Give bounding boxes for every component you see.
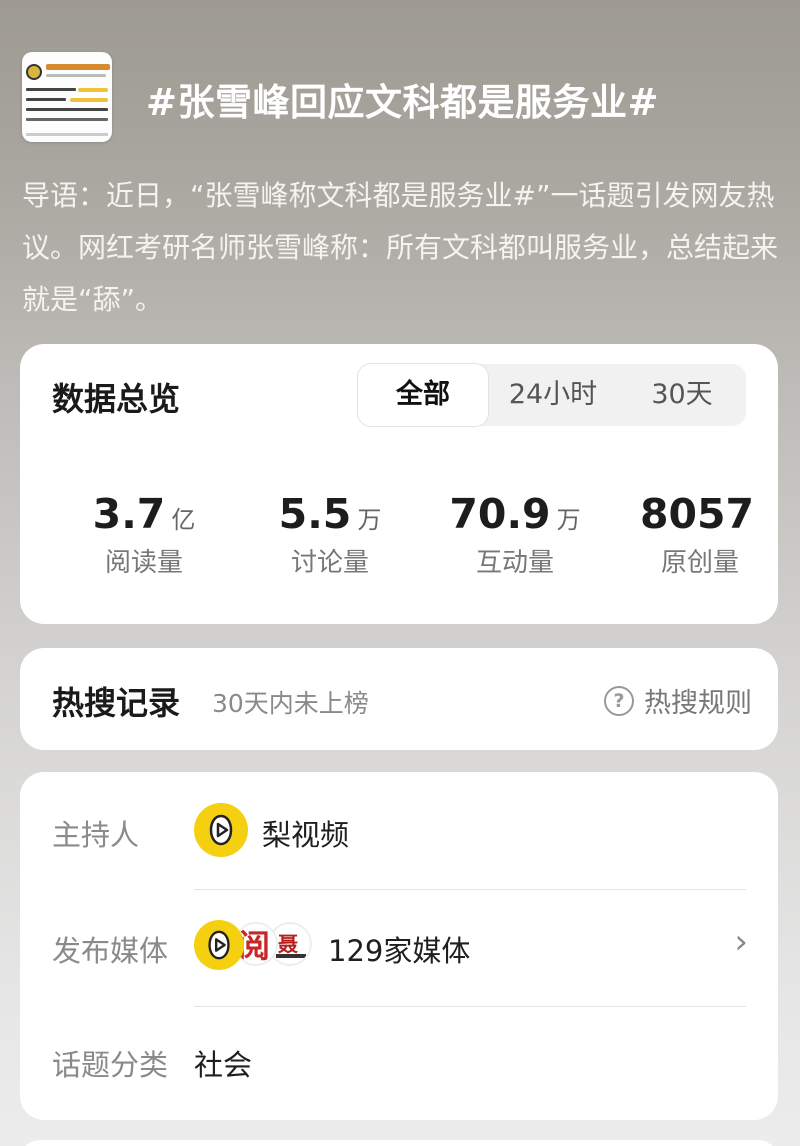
hot-search-rules-link[interactable]: ? 热搜规则 <box>604 681 752 720</box>
thumbnail-username <box>46 64 110 70</box>
topic-title: #张雪峰回应文科都是服务业# <box>146 81 660 124</box>
hot-search-rules-label: 热搜规则 <box>644 688 752 719</box>
category-row: 话题分类 社会 <box>20 1008 778 1124</box>
question-circle-icon: ? <box>604 685 634 716</box>
thumbnail-text-line <box>26 98 66 101</box>
thumbnail-text-line <box>26 118 108 121</box>
media-key: 发布媒体 <box>52 934 169 968</box>
chevron-right-icon[interactable]: › <box>734 922 748 962</box>
pear-video-media-icon <box>194 920 244 970</box>
stat-original: 8057 原创量 <box>610 490 790 579</box>
time-range-tabs: 全部 24小时 30天 <box>358 364 746 426</box>
tab-all[interactable]: 全部 <box>358 364 488 426</box>
stat-discussion: 5.5 万 讨论量 <box>240 490 420 579</box>
category-key: 话题分类 <box>52 1048 169 1082</box>
hot-search-title: 热搜记录 <box>52 684 181 722</box>
pear-video-logo-icon <box>194 803 248 857</box>
hot-search-card: 热搜记录 30天内未上榜 ? 热搜规则 <box>20 648 778 750</box>
thumbnail-footer <box>26 133 108 136</box>
topic-thumbnail[interactable] <box>22 52 112 142</box>
stat-discussion-unit: 万 <box>357 506 382 534</box>
thumbnail-avatar <box>26 64 42 80</box>
stat-read-label: 阅读量 <box>104 548 183 578</box>
stat-read: 3.7 亿 阅读量 <box>54 490 234 579</box>
stat-read-value: 3.7 <box>92 490 166 538</box>
data-overview-card: 数据总览 全部 24小时 30天 3.7 亿 阅读量 5.5 万 讨论量 70.9 万… <box>20 344 778 624</box>
thumbnail-emoji-row <box>70 98 108 102</box>
overview-title: 数据总览 <box>52 380 181 418</box>
stat-discussion-label: 讨论量 <box>290 548 369 578</box>
stat-interaction: 70.9 万 互动量 <box>425 490 605 579</box>
stat-original-label: 原创量 <box>660 548 739 578</box>
topic-header: #张雪峰回应文科都是服务业# <box>22 52 782 144</box>
media-value[interactable]: 129家媒体 <box>328 928 470 970</box>
thumbnail-text-line <box>26 88 76 91</box>
category-value: 社会 <box>194 1048 253 1082</box>
host-value[interactable]: 梨视频 <box>262 812 349 854</box>
host-key: 主持人 <box>52 818 140 852</box>
tab-30d[interactable]: 30天 <box>618 364 746 426</box>
next-card-edge <box>20 1140 778 1146</box>
divider <box>194 1006 746 1007</box>
thumbnail-meta <box>46 74 106 77</box>
host-row[interactable]: 主持人 梨视频 <box>20 772 778 888</box>
stat-read-unit: 亿 <box>171 506 196 534</box>
topic-intro: 导语：近日，“张雪峰称文科都是服务业#”一话题引发网友热议。网红考研名师张雪峰称… <box>22 179 779 316</box>
stat-original-value: 8057 <box>639 490 755 538</box>
tab-24h[interactable]: 24小时 <box>488 364 618 426</box>
stat-discussion-value: 5.5 <box>278 490 352 538</box>
stat-interaction-value: 70.9 <box>449 490 551 538</box>
stat-interaction-unit: 万 <box>556 506 581 534</box>
thumbnail-text-line <box>26 108 108 111</box>
hot-search-status: 30天内未上榜 <box>212 689 369 718</box>
thumbnail-emoji-row <box>78 88 108 92</box>
media-row[interactable]: 发布媒体 阅 聂 129家媒体 › <box>20 890 778 1006</box>
stat-interaction-label: 互动量 <box>475 548 554 578</box>
topic-info-card: 主持人 梨视频 发布媒体 阅 聂 129家媒体 › 话题分类 社会 <box>20 772 778 1120</box>
